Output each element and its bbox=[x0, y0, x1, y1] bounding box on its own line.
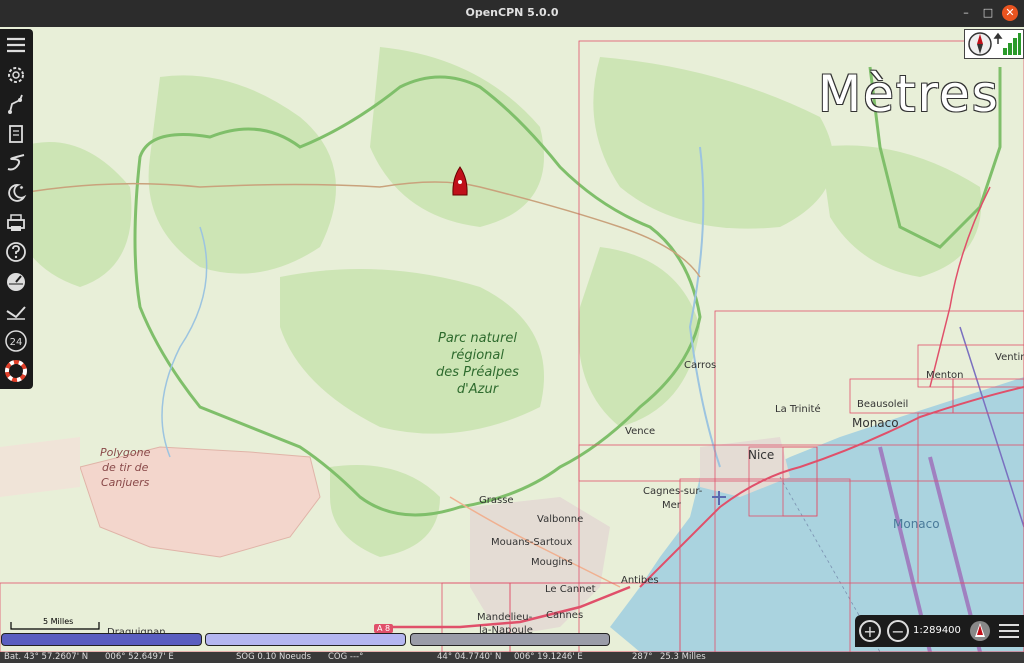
chart-icon[interactable] bbox=[4, 122, 28, 146]
zoom-in-button[interactable]: + bbox=[859, 620, 881, 642]
park-label-line: Parc naturel bbox=[438, 331, 517, 346]
scale-bar-label: 5 Milles bbox=[43, 617, 74, 626]
cog-readout: COG ---° bbox=[328, 652, 364, 662]
menu-icon[interactable] bbox=[4, 33, 28, 57]
place-label: Nice bbox=[748, 448, 775, 462]
chart-piano-bar bbox=[0, 632, 612, 646]
dashboard-icon[interactable] bbox=[4, 270, 28, 294]
place-label: Mougins bbox=[531, 557, 573, 568]
chart-scale-readout: 1:289400 bbox=[913, 625, 961, 636]
place-label: Menton bbox=[926, 370, 964, 381]
piano-key[interactable] bbox=[205, 633, 406, 646]
park-label: Parc naturel régional des Préalpes d'Azu… bbox=[436, 330, 519, 398]
compass-icon bbox=[968, 32, 992, 56]
ais-icon[interactable] bbox=[4, 299, 28, 323]
depth-units-label: Mètres bbox=[818, 65, 1000, 123]
compass-widget[interactable] bbox=[964, 29, 1024, 59]
place-label: Cannes bbox=[546, 610, 584, 621]
place-label: Antibes bbox=[621, 575, 659, 586]
status-bar: Bat. 43° 57.2607' N 006° 52.6497' E SOG … bbox=[0, 652, 1024, 663]
gps-signal-icon bbox=[993, 32, 1021, 55]
place-label: La Trinité bbox=[775, 404, 821, 415]
polygon-label: Polygone de tir de Canjuers bbox=[100, 445, 150, 490]
settings-icon[interactable] bbox=[4, 63, 28, 87]
park-label-line: des Préalpes bbox=[436, 365, 519, 380]
place-label: Beausoleil bbox=[857, 399, 909, 410]
place-label: Grasse bbox=[479, 495, 514, 506]
chart-canvas[interactable]: Parc naturel régional des Préalpes d'Azu… bbox=[0, 27, 1024, 652]
cursor-latitude: 44° 04.7740' N bbox=[437, 652, 502, 662]
help-icon[interactable] bbox=[4, 240, 28, 264]
polygon-label-line: Canjuers bbox=[100, 476, 150, 489]
boat-latitude: Bat. 43° 57.2607' N bbox=[4, 652, 89, 662]
place-label: Ventim bbox=[995, 352, 1024, 363]
polygon-label-line: de tir de bbox=[102, 461, 149, 474]
place-label: Mouans-Sartoux bbox=[491, 537, 573, 548]
place-label: Vence bbox=[625, 426, 656, 437]
track-icon[interactable] bbox=[4, 151, 28, 175]
tides-icon[interactable] bbox=[4, 181, 28, 205]
piano-key[interactable] bbox=[410, 633, 610, 646]
sog-readout: SOG 0.10 Noeuds bbox=[236, 652, 312, 662]
zoom-controls: + − 1:289400 bbox=[855, 615, 1024, 647]
cursor-longitude: 006° 19.1246' E bbox=[514, 652, 583, 662]
print-icon[interactable] bbox=[4, 211, 28, 235]
cursor-bearing: 287° bbox=[632, 652, 653, 662]
park-label-line: régional bbox=[450, 348, 504, 363]
mob-icon[interactable] bbox=[4, 359, 28, 383]
title-bar: OpenCPN 5.0.0 – □ ✕ bbox=[0, 0, 1024, 27]
boat-longitude: 006° 52.6497' E bbox=[105, 652, 174, 662]
cursor-distance: 25.3 Milles bbox=[660, 652, 706, 662]
sea-label: Monaco bbox=[893, 517, 940, 531]
place-label: Monaco bbox=[852, 416, 899, 430]
place-label: Valbonne bbox=[537, 514, 584, 525]
menu-icon[interactable] bbox=[997, 620, 1021, 642]
course-up-icon[interactable] bbox=[967, 619, 993, 643]
minimize-button[interactable]: – bbox=[957, 4, 975, 22]
place-label: Cagnes-sur- bbox=[643, 486, 703, 497]
route-icon[interactable] bbox=[4, 92, 28, 116]
close-button[interactable]: ✕ bbox=[1002, 5, 1018, 21]
place-label: Mandelieu- bbox=[477, 612, 533, 623]
place-label: Carros bbox=[684, 360, 717, 371]
main-toolbar: 24 bbox=[0, 29, 33, 389]
piano-key[interactable] bbox=[1, 633, 202, 646]
tides-24-icon[interactable]: 24 bbox=[4, 329, 28, 353]
park-label-line: d'Azur bbox=[456, 382, 499, 397]
zoom-out-button[interactable]: − bbox=[887, 620, 909, 642]
window-title: OpenCPN 5.0.0 bbox=[465, 6, 559, 19]
polygon-label-line: Polygone bbox=[100, 446, 151, 459]
place-label: Mer bbox=[662, 500, 681, 511]
maximize-button[interactable]: □ bbox=[979, 4, 997, 22]
tides-24-label: 24 bbox=[10, 337, 23, 348]
place-label: Le Cannet bbox=[545, 584, 596, 595]
